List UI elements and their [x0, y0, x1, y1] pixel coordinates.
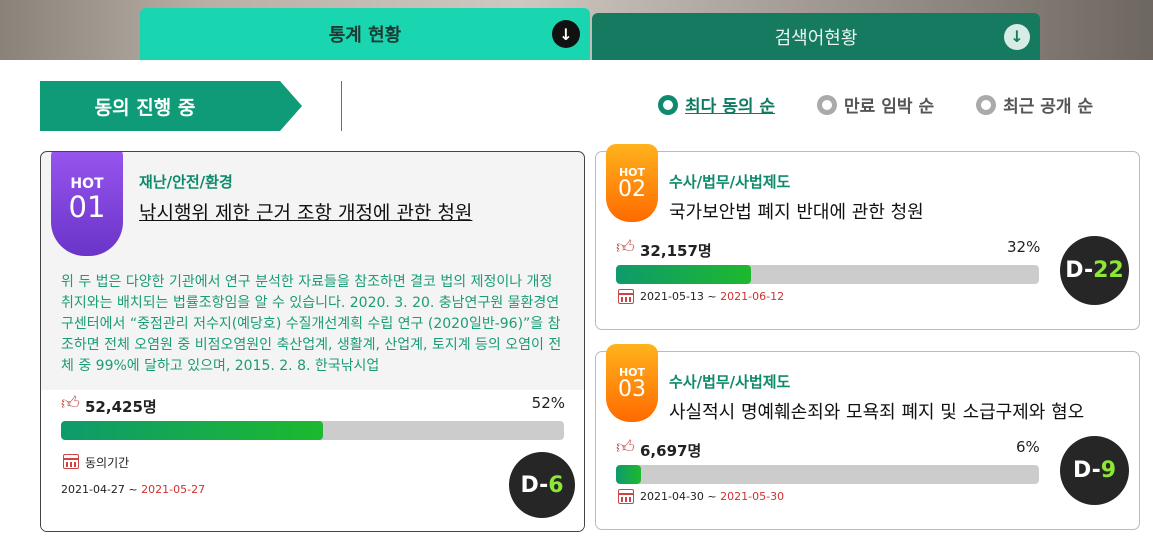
agree-count: 32,157명: [640, 242, 712, 260]
petition-period: 2021-05-13 ~ 2021-06-12: [640, 290, 784, 303]
section-title: 동의 진행 중: [40, 81, 280, 131]
hot-rank-badge: HOT 03: [606, 344, 658, 422]
calendar-icon: [618, 289, 634, 304]
sort-most-agreed[interactable]: 최다 동의 순: [658, 92, 775, 117]
petition-card[interactable]: HOT 03 수사/법무/사법제도 사실적시 명예훼손죄와 모욕죄 폐지 및 소…: [595, 344, 1140, 530]
dday-badge: D- 9: [1060, 436, 1129, 505]
dday-number: 22: [1093, 258, 1124, 283]
dday-prefix: D-: [1072, 458, 1101, 483]
agree-count: 6,697명: [640, 442, 702, 460]
thumbs-up-icon: 👍︎: [61, 393, 80, 414]
radio-selected-icon: [658, 94, 678, 115]
thumbs-up-icon: 👍︎: [616, 437, 635, 458]
dday-prefix: D-: [520, 472, 549, 498]
radio-icon: [976, 94, 997, 115]
date-separator: ~: [124, 483, 142, 496]
dday-badge: D- 6: [509, 452, 575, 518]
petition-title-link[interactable]: 낚시행위 제한 근거 조항 개정에 관한 청원: [139, 198, 472, 225]
petition-title-link[interactable]: 국가보안법 폐지 반대에 관한 청원: [669, 198, 924, 224]
petition-category: 수사/법무/사법제도: [669, 173, 791, 191]
petition-title-link[interactable]: 사실적시 명예훼손죄와 모욕죄 폐지 및 소급구제와 혐오: [669, 398, 1084, 424]
sort-most-agreed-label: 최다 동의 순: [685, 97, 776, 117]
date-separator: ~: [703, 290, 721, 303]
hot-rank-badge: HOT 02: [606, 144, 658, 222]
rank-number: 03: [618, 377, 646, 402]
progress-bar: [616, 265, 1039, 284]
agree-count: 52,425명: [85, 398, 157, 416]
progress-fill: [616, 265, 752, 284]
section-header: 동의 진행 중: [40, 81, 342, 131]
tab-search-keywords[interactable]: 검색어현황 ↓: [592, 13, 1040, 60]
start-date: 2021-05-13: [640, 290, 704, 303]
dday-number: 6: [548, 472, 564, 498]
period-label: 동의기간: [85, 456, 130, 470]
petition-category: 재난/안전/환경: [139, 173, 233, 191]
hot-rank-badge: HOT 01: [51, 152, 123, 256]
rank-number: 02: [618, 177, 646, 202]
start-date: 2021-04-30: [640, 490, 704, 503]
dday-number: 9: [1100, 458, 1117, 483]
tab-statistics-label: 통계 현황: [328, 25, 402, 46]
petition-period: 2021-04-30 ~ 2021-05-30: [640, 490, 784, 503]
dday-prefix: D-: [1065, 258, 1094, 283]
download-arrow-icon[interactable]: ↓: [1004, 23, 1030, 50]
petition-category: 수사/법무/사법제도: [669, 373, 791, 391]
download-arrow-icon[interactable]: ↓: [552, 20, 580, 48]
dday-badge: D- 22: [1060, 236, 1129, 305]
agree-percent: 52%: [531, 394, 565, 412]
sort-expiring-soon-label: 만료 임박 순: [844, 97, 935, 117]
start-date: 2021-04-27: [61, 483, 125, 496]
sort-options: 최다 동의 순 만료 임박 순 최근 공개 순: [658, 92, 1135, 117]
agree-percent: 6%: [1016, 438, 1040, 456]
date-separator: ~: [703, 490, 721, 503]
progress-bar: [61, 421, 564, 440]
end-date: 2021-05-27: [141, 483, 206, 496]
tab-statistics[interactable]: 통계 현황 ↓: [140, 8, 590, 60]
rank-number: 01: [68, 190, 106, 224]
petition-card[interactable]: HOT 02 수사/법무/사법제도 국가보안법 폐지 반대에 관한 청원 👍︎ …: [595, 144, 1140, 330]
calendar-icon: [63, 454, 79, 469]
progress-bar: [616, 465, 1039, 484]
thumbs-up-icon: 👍︎: [616, 237, 635, 258]
sort-recently-published-label: 최근 공개 순: [1003, 97, 1094, 117]
sort-recently-published[interactable]: 최근 공개 순: [976, 92, 1093, 117]
sort-expiring-soon[interactable]: 만료 임박 순: [817, 92, 934, 117]
end-date: 2021-05-30: [720, 490, 785, 503]
calendar-icon: [618, 489, 634, 504]
agree-percent: 32%: [1007, 238, 1041, 256]
petition-excerpt: 위 두 법은 다양한 기관에서 연구 분석한 자료들을 참조하면 결코 법의 제…: [61, 274, 562, 374]
end-date: 2021-06-12: [720, 290, 785, 303]
tab-search-keywords-label: 검색어현황: [774, 27, 858, 49]
progress-fill: [61, 421, 323, 440]
progress-fill: [616, 465, 642, 484]
petition-stats: 👍︎ 52,425명 52% 동의기간 2021-04-27 ~ 2021-05…: [41, 390, 584, 531]
petition-card-featured[interactable]: HOT 01 재난/안전/환경 낚시행위 제한 근거 조항 개정에 관한 청원 …: [40, 151, 585, 532]
petition-period: 2021-04-27 ~ 2021-05-27: [61, 483, 205, 496]
radio-icon: [817, 94, 838, 115]
